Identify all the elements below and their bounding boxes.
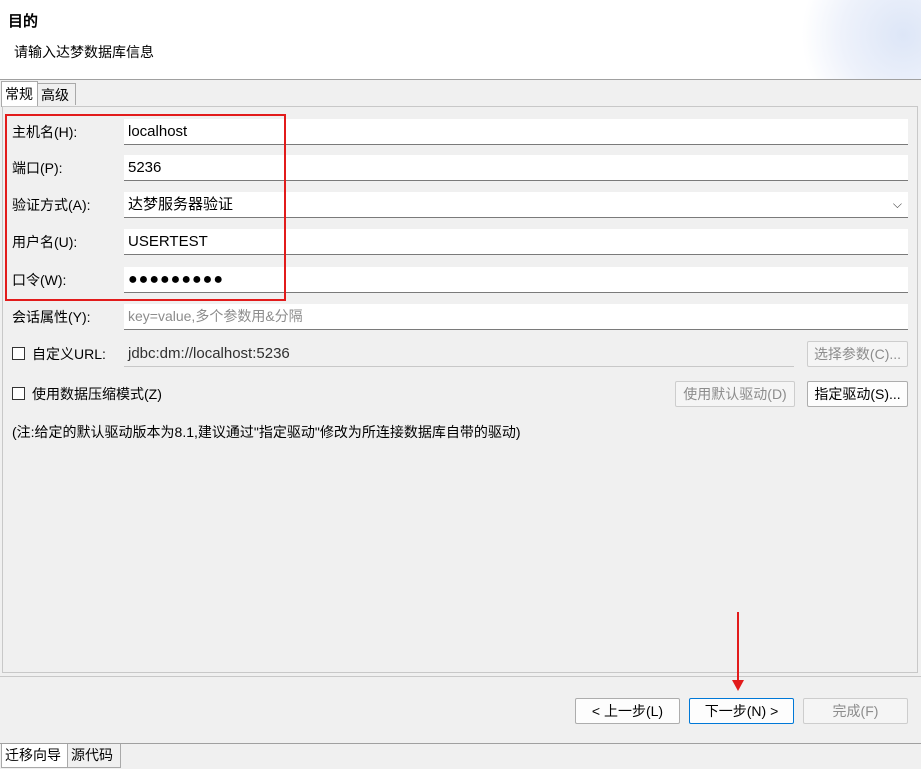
tab-general[interactable]: 常规 <box>1 81 38 107</box>
compress-mode-label: 使用数据压缩模式(Z) <box>32 386 162 402</box>
annotation-arrow-head <box>732 680 744 691</box>
specify-driver-button[interactable]: 指定驱动(S)... <box>807 381 908 407</box>
wizard-header: 目的 请输入达梦数据库信息 <box>0 0 921 79</box>
custom-url-label: 自定义URL: <box>32 346 106 362</box>
url-input[interactable]: jdbc:dm://localhost:5236 <box>124 341 794 367</box>
select-params-button[interactable]: 选择参数(C)... <box>807 341 908 367</box>
session-props-input[interactable]: key=value,多个参数用&分隔 <box>124 304 908 330</box>
finish-button[interactable]: 完成(F) <box>803 698 908 724</box>
footer-divider <box>0 676 921 677</box>
tab-migration-wizard[interactable]: 迁移向导 <box>1 744 68 768</box>
annotation-highlight-box <box>5 114 286 301</box>
custom-url-checkbox[interactable] <box>12 347 25 360</box>
back-button[interactable]: < 上一步(L) <box>575 698 680 724</box>
page-title: 目的 <box>8 13 39 30</box>
bottom-tabs-divider <box>0 743 921 744</box>
driver-note: (注:给定的默认驱动版本为8.1,建议通过"指定驱动"修改为所连接数据库自带的驱… <box>12 424 521 440</box>
tab-source-code[interactable]: 源代码 <box>67 744 121 768</box>
header-divider <box>0 79 921 80</box>
default-driver-button[interactable]: 使用默认驱动(D) <box>675 381 795 407</box>
tab-advanced[interactable]: 高级 <box>37 83 76 105</box>
annotation-arrow <box>737 612 739 682</box>
page-description: 请输入达梦数据库信息 <box>14 44 154 60</box>
chevron-down-icon: ⌵ <box>892 197 902 211</box>
session-props-label: 会话属性(Y): <box>12 309 91 325</box>
next-button[interactable]: 下一步(N) > <box>689 698 794 724</box>
header-decoration <box>791 0 921 79</box>
compress-mode-checkbox[interactable] <box>12 387 25 400</box>
